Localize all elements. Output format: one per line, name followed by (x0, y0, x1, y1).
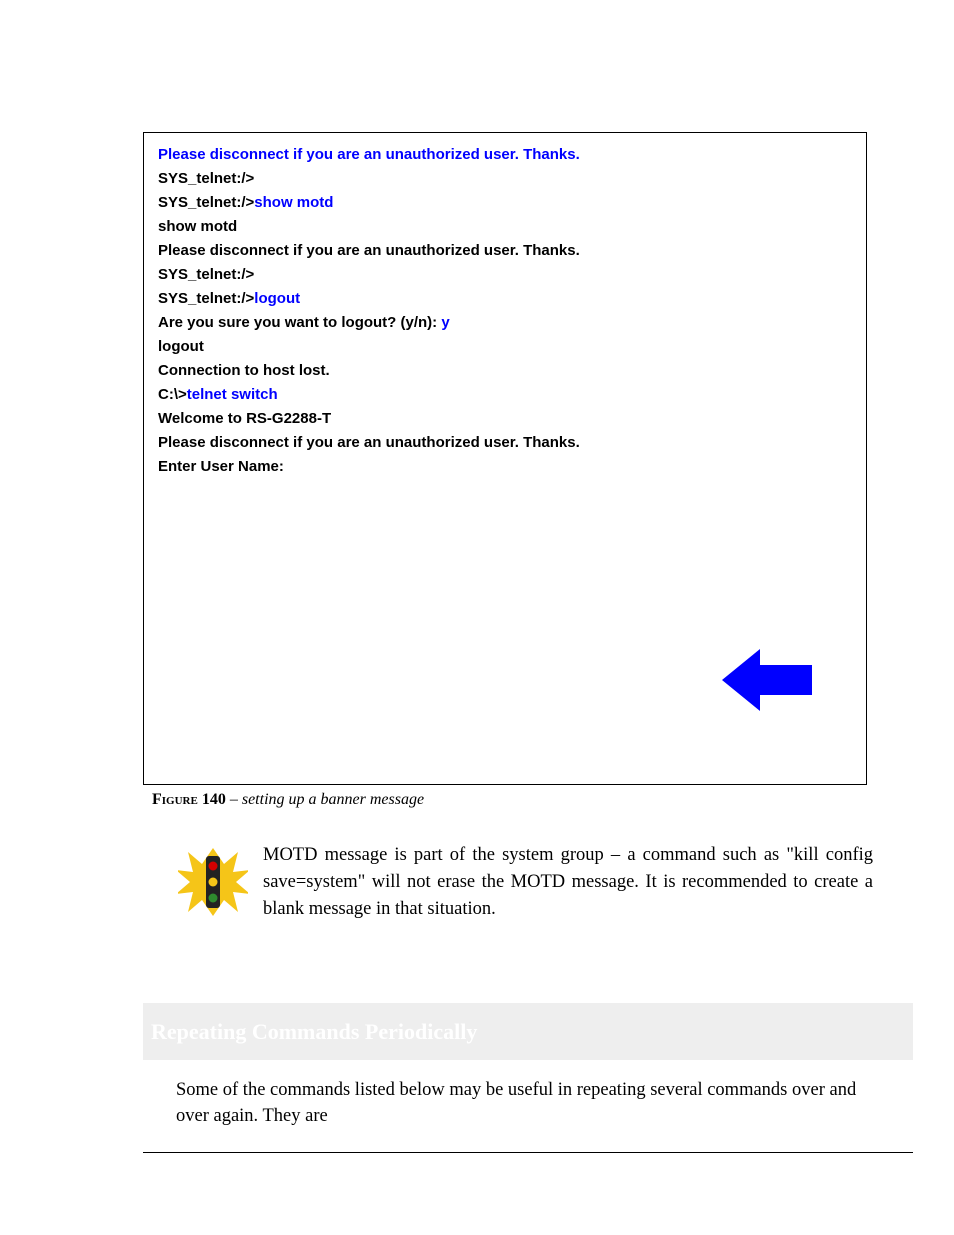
term-prompt: SYS_telnet:/> (158, 290, 254, 307)
figure-title: setting up a banner message (242, 791, 424, 808)
footer-right: page (885, 1160, 913, 1177)
footer-rule (143, 1152, 913, 1153)
footer-left: Chapter XX – (chapter title) (143, 1160, 312, 1177)
term-prompt: SYS_telnet:/> (158, 194, 254, 211)
figure-caption: Figure 140 – setting up a banner message (152, 791, 424, 809)
term-prompt: C:\> (158, 386, 187, 403)
page: Please disconnect if you are an unauthor… (0, 0, 954, 1235)
term-line: SYS_telnet:/> (158, 263, 852, 287)
term-line: SYS_telnet:/>show motd (158, 191, 852, 215)
term-line: SYS_telnet:/> (158, 167, 852, 191)
term-blue-text: Please disconnect if you are an unauthor… (158, 146, 580, 163)
term-line: logout (158, 335, 852, 359)
body-paragraph: Some of the commands listed below may be… (176, 1078, 876, 1130)
term-command: telnet switch (187, 386, 278, 403)
term-prompt: Are you sure you want to logout? (y/n): (158, 314, 441, 331)
term-command: logout (254, 290, 300, 307)
term-line: Please disconnect if you are an unauthor… (158, 239, 852, 263)
section-heading-text: Repeating Commands Periodically (151, 1019, 477, 1045)
note-text: MOTD message is part of the system group… (263, 842, 873, 922)
term-command: show motd (254, 194, 333, 211)
traffic-light-icon (178, 842, 248, 922)
section-heading-bar: Repeating Commands Periodically (143, 1003, 913, 1060)
caption-dash: – (226, 791, 242, 808)
term-line: C:\>telnet switch (158, 383, 852, 407)
term-line: Are you sure you want to logout? (y/n): … (158, 311, 852, 335)
term-line: Enter User Name: (158, 455, 852, 479)
left-arrow-icon (722, 647, 812, 713)
term-line: Please disconnect if you are an unauthor… (158, 143, 852, 167)
term-line: SYS_telnet:/>logout (158, 287, 852, 311)
term-line: Connection to host lost. (158, 359, 852, 383)
terminal-output-box: Please disconnect if you are an unauthor… (143, 132, 867, 785)
term-line: Please disconnect if you are an unauthor… (158, 431, 852, 455)
term-line: Welcome to RS-G2288-T (158, 407, 852, 431)
figure-number: Figure 140 (152, 791, 226, 808)
term-line: show motd (158, 215, 852, 239)
term-input: y (441, 314, 449, 331)
